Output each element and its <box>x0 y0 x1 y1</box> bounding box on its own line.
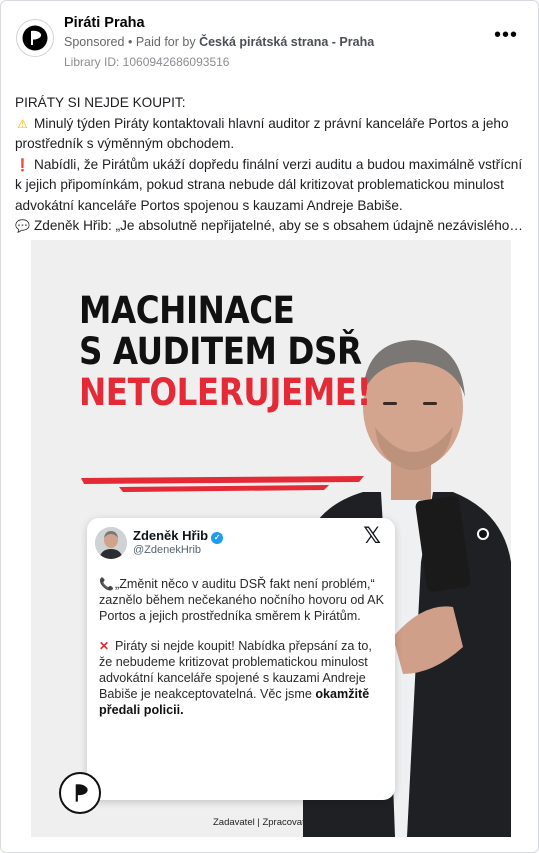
telephone-icon: 📞 <box>99 577 114 591</box>
tweet-author-handle: @ZdenekHrib <box>133 544 202 556</box>
verified-badge-icon: ✓ <box>211 532 224 544</box>
sponsored-line: Sponsored • Paid for by Česká pirátská s… <box>64 35 374 49</box>
exclamation-icon: ❗ <box>15 157 30 172</box>
body-paragraph-1: ⚠ Minulý týden Piráty kontaktovali hlavní… <box>15 115 509 152</box>
warning-icon: ⚠ <box>17 116 28 131</box>
pirate-flag-logo-icon <box>22 25 48 51</box>
headline-line-1: MACHINACE <box>79 289 295 332</box>
tweet-text: 📞„Změnit něco v auditu DSŘ fakt není pro… <box>99 576 384 732</box>
paid-by-prefix: Paid for by <box>135 35 196 49</box>
red-cross-icon: ✕ <box>99 639 110 653</box>
body-headline: PIRÁTY SI NEJDE KOUPIT: <box>15 95 186 110</box>
body-paragraph-3-truncated[interactable]: 💬 Zdeněk Hřib: „Je absolutně nepřijatelné… <box>15 216 531 237</box>
page-avatar[interactable] <box>16 19 54 57</box>
tweet-author-avatar <box>95 527 127 559</box>
library-id: Library ID: 1060942686093516 <box>64 55 230 69</box>
pirate-party-logo-icon <box>59 772 101 814</box>
speech-bubble-icon: 💬 <box>15 219 30 233</box>
x-logo-icon: 𝕏 <box>363 524 381 549</box>
ad-creative-image[interactable]: MACHINACE S AUDITEM DSŘ NETOLERUJEME! Zd… <box>31 240 511 837</box>
more-options-button[interactable]: ••• <box>494 25 518 45</box>
more-horizontal-icon: ••• <box>493 24 518 46</box>
body-paragraph-2: ❗ Nabídli, že Pirátům ukáží dopředu finál… <box>15 156 523 213</box>
headline-line-3: NETOLERUJEME! <box>79 371 372 414</box>
post-body-text: PIRÁTY SI NEJDE KOUPIT: ⚠ Minulý týden Pi… <box>15 93 531 237</box>
sponsored-label[interactable]: Sponsored <box>64 35 124 49</box>
tweet-paragraph-1: 📞„Změnit něco v auditu DSŘ fakt není pro… <box>99 577 384 623</box>
ad-post-card: Piráti Praha Sponsored • Paid for by Čes… <box>0 0 539 853</box>
red-brush-underline <box>81 476 364 492</box>
tweet-card: Zdeněk Hřib ✓ @ZdenekHrib 𝕏 📞„Změnit něco… <box>87 518 395 800</box>
tweet-paragraph-2: ✕ Piráty si nejde koupit! Nabídka přepsán… <box>99 639 372 717</box>
creative-headline: MACHINACE S AUDITEM DSŘ NETOLERUJEME! <box>79 290 371 413</box>
post-header: Piráti Praha Sponsored • Paid for by Čes… <box>1 1 538 79</box>
tweet-author-name: Zdeněk Hřib ✓ <box>133 528 224 544</box>
separator-dot: • <box>127 35 133 49</box>
creative-footer-credit: Zadavatel | Zpracovatel: Piráti <box>213 817 340 828</box>
headline-line-2: S AUDITEM DSŘ <box>79 330 362 373</box>
page-name[interactable]: Piráti Praha <box>64 15 145 31</box>
paid-by-name: Česká pirátská strana - Praha <box>199 35 375 49</box>
